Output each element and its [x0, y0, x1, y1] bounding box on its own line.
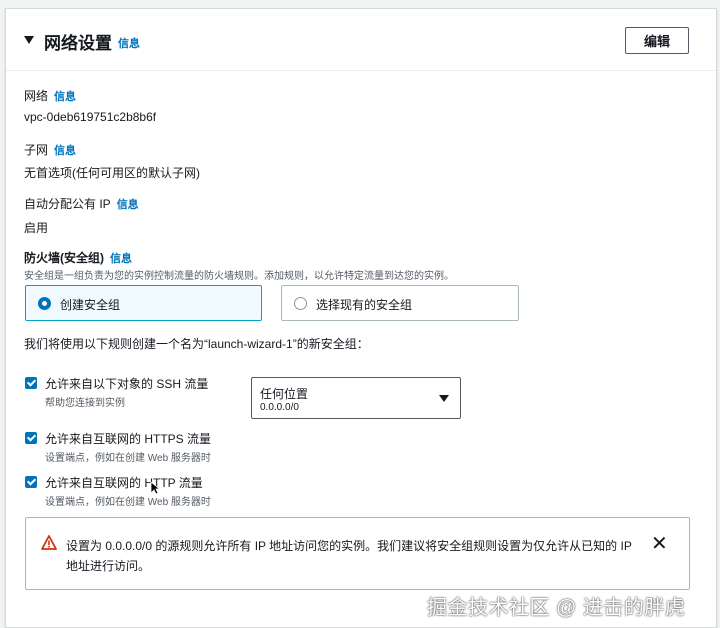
subnet-label: 子网 信息	[24, 143, 77, 157]
rules-heading: 我们将使用以下规则创建一个名为“launch-wizard-1”的新安全组：	[24, 337, 369, 351]
public-ip-value: 启用	[24, 221, 49, 235]
network-info-link[interactable]: 信息	[54, 91, 76, 103]
select-existing-security-group-label: 选择现有的安全组	[316, 298, 413, 312]
firewall-label: 防火墙(安全组) 信息	[24, 251, 132, 265]
panel-header: 网络设置 信息 编辑	[6, 9, 716, 71]
radio-unselected-icon[interactable]	[294, 297, 307, 310]
http-rule-desc: 设置端点，例如在创建 Web 服务器时	[45, 497, 211, 508]
https-checkbox[interactable]	[25, 432, 37, 444]
select-existing-security-group-option[interactable]: 选择现有的安全组	[281, 285, 519, 321]
collapse-caret-icon[interactable]	[24, 36, 34, 44]
subnet-value: 无首选项(任何可用区的默认子网)	[24, 166, 200, 180]
create-security-group-option[interactable]: 创建安全组	[25, 285, 262, 321]
https-rule-label: 允许来自互联网的 HTTPS 流量	[45, 432, 212, 446]
warning-icon	[41, 535, 57, 550]
ssh-rule-label: 允许来自以下对象的 SSH 流量	[45, 377, 209, 391]
network-label: 网络 信息	[24, 89, 77, 103]
section-info-link[interactable]: 信息	[118, 35, 140, 51]
warning-alert: 设置为 0.0.0.0/0 的源规则允许所有 IP 地址访问您的实例。我们建议将…	[25, 517, 690, 590]
edit-button[interactable]: 编辑	[625, 27, 689, 54]
section-title: 网络设置	[44, 34, 112, 53]
mouse-pointer-icon	[150, 481, 160, 495]
https-rule-desc: 设置端点，例如在创建 Web 服务器时	[45, 453, 211, 464]
ssh-source-select[interactable]: 任何位置 0.0.0.0/0	[251, 377, 461, 419]
public-ip-info-link[interactable]: 信息	[117, 199, 139, 211]
caret-down-icon	[439, 395, 449, 402]
network-value: vpc-0deb619751c2b8b6f	[24, 110, 157, 124]
watermark-text: 掘金技术社区 @ 进击的胖虎	[427, 597, 686, 619]
subnet-info-link[interactable]: 信息	[54, 145, 76, 157]
network-settings-panel: 网络设置 信息 编辑 网络 信息 vpc-0deb619751c2b8b6f 子网…	[5, 8, 717, 628]
create-security-group-label: 创建安全组	[60, 298, 121, 312]
ssh-rule-desc: 帮助您连接到实例	[45, 398, 125, 409]
firewall-info-link[interactable]: 信息	[110, 253, 132, 265]
http-checkbox[interactable]	[25, 476, 37, 488]
firewall-description: 安全组是一组负责为您的实例控制流量的防火墙规则。添加规则，以允许特定流量到达您的…	[24, 271, 454, 282]
ssh-source-selected: 任何位置	[260, 387, 309, 401]
public-ip-label: 自动分配公有 IP 信息	[24, 197, 139, 211]
ssh-source-cidr: 0.0.0.0/0	[260, 402, 299, 413]
radio-selected-icon[interactable]	[38, 297, 51, 310]
ssh-checkbox[interactable]	[25, 377, 37, 389]
close-icon[interactable]: ✕	[651, 534, 668, 554]
warning-alert-text: 设置为 0.0.0.0/0 的源规则允许所有 IP 地址访问您的实例。我们建议将…	[66, 539, 632, 573]
http-rule-label: 允许来自互联网的 HTTP 流量	[45, 476, 203, 490]
